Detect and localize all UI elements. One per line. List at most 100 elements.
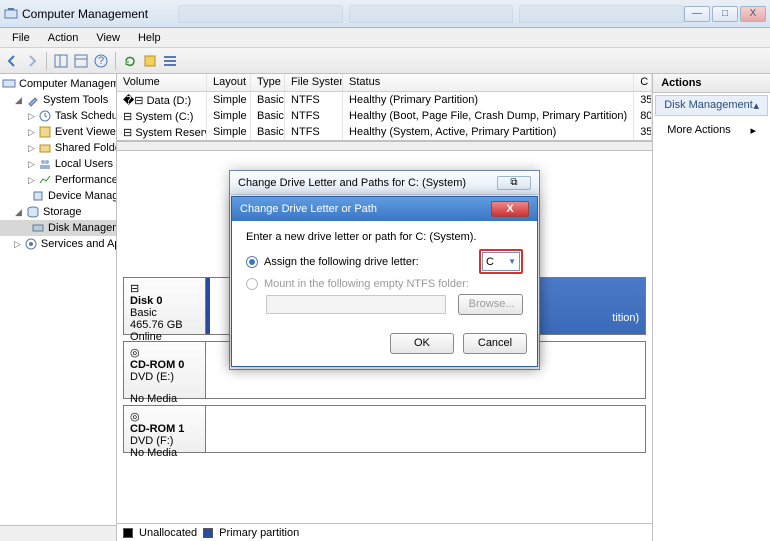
- volume-icon: ⊟: [123, 127, 132, 139]
- window-titlebar: Computer Management — □ X: [0, 0, 770, 28]
- dialog-title: Change Drive Letter or Path: [240, 203, 377, 215]
- tree-shared-folders[interactable]: ▷Shared Folders: [0, 140, 116, 156]
- svg-text:?: ?: [98, 55, 104, 67]
- help-icon[interactable]: ?: [93, 53, 109, 69]
- col-volume[interactable]: Volume: [117, 74, 207, 91]
- volume-icon: ⊟: [123, 111, 132, 123]
- dialog-close-button[interactable]: ⧉: [497, 176, 531, 190]
- tree-services-apps[interactable]: ▷Services and Applications: [0, 236, 116, 252]
- dialog-close-button[interactable]: X: [491, 201, 529, 217]
- table-row[interactable]: ⊟ System Reserved Simple Basic NTFS Heal…: [117, 124, 652, 140]
- close-button[interactable]: X: [740, 6, 766, 22]
- highlight-box: C ▼: [479, 249, 523, 274]
- dialog-description: Enter a new drive letter or path for C: …: [246, 231, 523, 243]
- tree-storage[interactable]: ◢Storage: [0, 204, 116, 220]
- window-title: Computer Management: [22, 7, 148, 21]
- list-icon[interactable]: [162, 53, 178, 69]
- navigation-tree: Computer Management (Local ◢System Tools…: [0, 74, 117, 541]
- disk-row[interactable]: ◎CD-ROM 1 DVD (F:) No Media: [123, 405, 646, 453]
- computer-icon: [2, 77, 16, 91]
- radio-mount-label: Mount in the following empty NTFS folder…: [264, 278, 469, 290]
- actions-more[interactable]: More Actions ▸: [653, 118, 770, 142]
- radio-assign-label: Assign the following drive letter:: [264, 256, 419, 268]
- drive-letter-value: C: [486, 256, 494, 268]
- radio-mount-folder: [246, 278, 258, 290]
- tree-disk-management[interactable]: Disk Management: [0, 220, 116, 236]
- collapse-icon[interactable]: ◢: [14, 96, 23, 105]
- expand-icon[interactable]: ▷: [28, 176, 35, 185]
- tree-scrollbar[interactable]: [0, 525, 116, 541]
- col-capacity[interactable]: C: [634, 74, 652, 91]
- cancel-button[interactable]: Cancel: [463, 333, 527, 354]
- col-type[interactable]: Type: [251, 74, 285, 91]
- menu-bar: File Action View Help: [0, 28, 770, 48]
- col-status[interactable]: Status: [343, 74, 634, 91]
- users-icon: [38, 157, 52, 171]
- app-icon: [4, 7, 18, 21]
- cdrom-icon: ◎: [130, 347, 140, 359]
- radio-assign-letter[interactable]: [246, 256, 258, 268]
- disk-label: ⊟Disk 0 Basic 465.76 GB Online: [124, 278, 206, 334]
- minimize-button[interactable]: —: [684, 6, 710, 22]
- disk-label: ◎CD-ROM 1 DVD (F:) No Media: [124, 406, 206, 452]
- maximize-button[interactable]: □: [712, 6, 738, 22]
- tree-local-users[interactable]: ▷Local Users and Groups: [0, 156, 116, 172]
- legend-swatch-unallocated: [123, 528, 133, 538]
- background-tabs: [178, 5, 684, 23]
- expand-icon[interactable]: ▷: [28, 144, 35, 153]
- expand-icon[interactable]: ▷: [28, 112, 35, 121]
- splitter[interactable]: [117, 141, 652, 151]
- dialog-change-letter: Change Drive Letter or Path X Enter a ne…: [231, 196, 538, 367]
- tree-performance[interactable]: ▷Performance: [0, 172, 116, 188]
- menu-action[interactable]: Action: [40, 30, 87, 46]
- performance-icon: [38, 173, 52, 187]
- wrench-icon: [26, 93, 40, 107]
- chevron-right-icon: ▸: [750, 124, 756, 137]
- show-hide-icon[interactable]: [53, 53, 69, 69]
- legend: Unallocated Primary partition: [117, 523, 652, 541]
- expand-icon[interactable]: ▷: [28, 160, 35, 169]
- actions-header: Actions: [653, 74, 770, 93]
- tree-event-viewer[interactable]: ▷Event Viewer: [0, 124, 116, 140]
- services-icon: [24, 237, 38, 251]
- volume-table: Volume Layout Type File System Status C …: [117, 74, 652, 141]
- legend-swatch-primary: [203, 528, 213, 538]
- menu-view[interactable]: View: [88, 30, 128, 46]
- expand-icon[interactable]: ▷: [14, 240, 21, 249]
- disk-label: ◎CD-ROM 0 DVD (E:) No Media: [124, 342, 206, 398]
- actions-pane: Actions Disk Management ▴ More Actions ▸: [653, 74, 770, 541]
- clock-icon: [38, 109, 52, 123]
- drive-letter-select[interactable]: C ▼: [482, 252, 520, 271]
- settings-icon[interactable]: [142, 53, 158, 69]
- tree-device-manager[interactable]: Device Manager: [0, 188, 116, 204]
- col-filesystem[interactable]: File System: [285, 74, 343, 91]
- browse-button: Browse...: [458, 294, 523, 315]
- toolbar: ?: [0, 48, 770, 74]
- volume-icon: �⊟: [123, 95, 144, 107]
- disk-icon: ⊟: [130, 283, 139, 295]
- col-layout[interactable]: Layout: [207, 74, 251, 91]
- menu-help[interactable]: Help: [130, 30, 169, 46]
- ntfs-path-input: [266, 295, 446, 314]
- properties-icon[interactable]: [73, 53, 89, 69]
- table-row[interactable]: �⊟ Data (D:) Simple Basic NTFS Healthy (…: [117, 92, 652, 108]
- chevron-up-icon: ▴: [753, 99, 759, 112]
- table-row[interactable]: ⊟ System (C:) Simple Basic NTFS Healthy …: [117, 108, 652, 124]
- tree-root-label: Computer Management (Local: [19, 78, 117, 90]
- tree-task-scheduler[interactable]: ▷Task Scheduler: [0, 108, 116, 124]
- event-icon: [38, 125, 52, 139]
- collapse-icon[interactable]: ◢: [14, 208, 23, 217]
- ok-button[interactable]: OK: [390, 333, 454, 354]
- storage-icon: [26, 205, 40, 219]
- refresh-icon[interactable]: [122, 53, 138, 69]
- tree-system-tools[interactable]: ◢System Tools: [0, 92, 116, 108]
- expand-icon[interactable]: ▷: [28, 128, 35, 137]
- tree-root[interactable]: Computer Management (Local: [0, 76, 116, 92]
- menu-file[interactable]: File: [4, 30, 38, 46]
- dialog-title: Change Drive Letter and Paths for C: (Sy…: [238, 177, 466, 189]
- actions-context[interactable]: Disk Management ▴: [655, 95, 768, 116]
- cdrom-icon: ◎: [130, 411, 140, 423]
- device-icon: [31, 189, 45, 203]
- forward-icon[interactable]: [24, 53, 40, 69]
- back-icon[interactable]: [4, 53, 20, 69]
